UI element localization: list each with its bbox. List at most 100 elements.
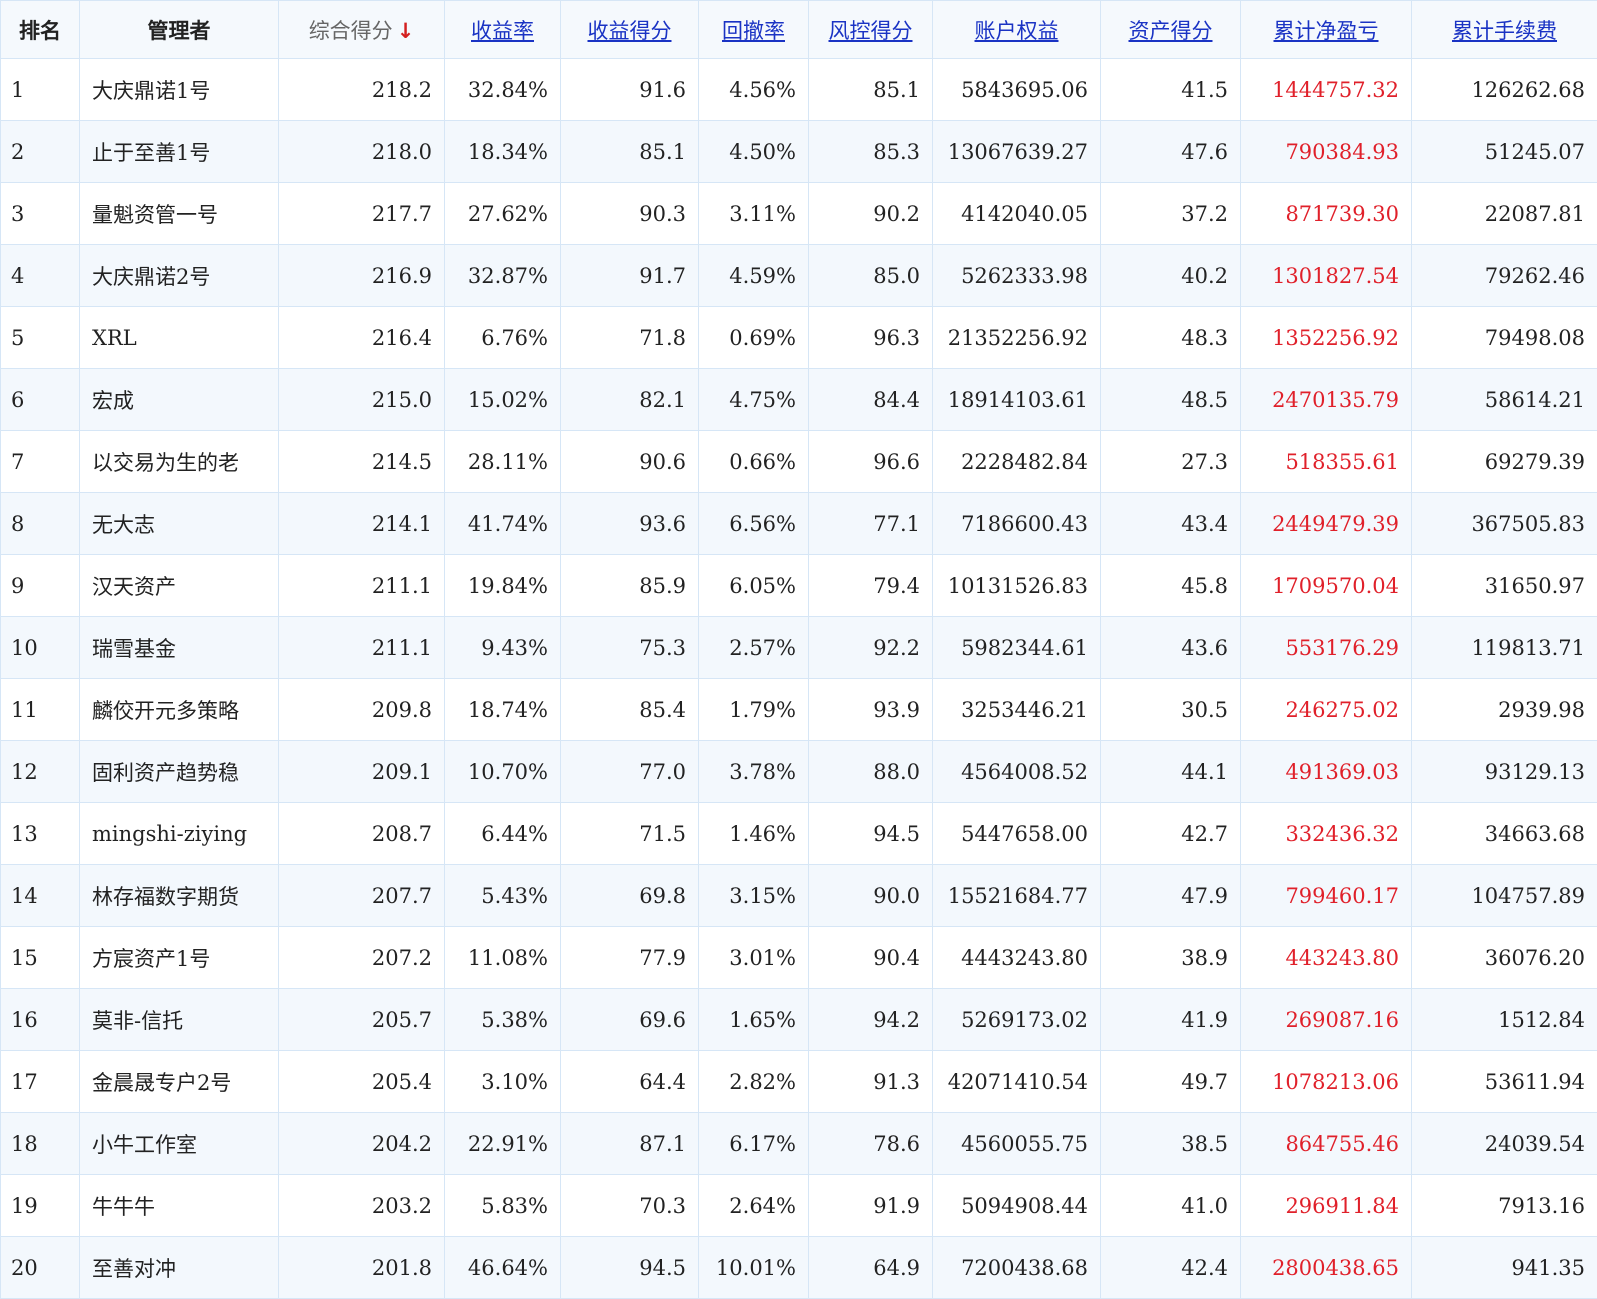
cell-return-score: 75.3 [561,617,699,679]
cell-manager: 量魁资管一号 [80,183,279,245]
cell-return-rate: 41.74% [445,493,561,555]
cell-risk-score: 79.4 [809,555,933,617]
cell-drawdown: 6.17% [699,1113,809,1175]
cell-risk-score: 85.3 [809,121,933,183]
cell-return-rate: 18.34% [445,121,561,183]
cell-risk-score: 64.9 [809,1237,933,1299]
header-row: 排名 管理者 综合得分↓ 收益率 收益得分 回撤率 风控得分 账户权益 资产得分… [1,1,1597,59]
cell-asset-score: 47.9 [1101,865,1241,927]
cell-return-rate: 11.08% [445,927,561,989]
cell-asset-score: 42.7 [1101,803,1241,865]
cell-equity: 5843695.06 [933,59,1101,121]
cell-composite-score: 201.8 [279,1237,445,1299]
cell-net-pnl: 553176.29 [1241,617,1412,679]
cell-risk-score: 90.4 [809,927,933,989]
cell-asset-score: 37.2 [1101,183,1241,245]
cell-rank: 8 [1,493,80,555]
header-asset-score[interactable]: 资产得分 [1101,1,1241,59]
sort-link-equity[interactable]: 账户权益 [975,19,1059,43]
table-row: 13mingshi-ziying208.76.44%71.51.46%94.55… [1,803,1597,865]
cell-drawdown: 4.56% [699,59,809,121]
cell-net-pnl: 2449479.39 [1241,493,1412,555]
cell-fees: 22087.81 [1412,183,1597,245]
cell-equity: 13067639.27 [933,121,1101,183]
cell-net-pnl: 443243.80 [1241,927,1412,989]
cell-asset-score: 43.4 [1101,493,1241,555]
sort-link-drawdown[interactable]: 回撤率 [722,19,785,43]
cell-composite-score: 211.1 [279,617,445,679]
header-fees[interactable]: 累计手续费 [1412,1,1597,59]
sort-link-return-score[interactable]: 收益得分 [588,19,672,43]
cell-manager: 固利资产趋势稳 [80,741,279,803]
header-equity[interactable]: 账户权益 [933,1,1101,59]
cell-net-pnl: 296911.84 [1241,1175,1412,1237]
table-row: 11麟佼开元多策略209.818.74%85.41.79%93.93253446… [1,679,1597,741]
cell-risk-score: 85.1 [809,59,933,121]
cell-manager: 莫非-信托 [80,989,279,1051]
sort-link-asset-score[interactable]: 资产得分 [1129,19,1213,43]
cell-equity: 4142040.05 [933,183,1101,245]
cell-drawdown: 0.66% [699,431,809,493]
cell-asset-score: 48.3 [1101,307,1241,369]
header-drawdown[interactable]: 回撤率 [699,1,809,59]
cell-drawdown: 1.46% [699,803,809,865]
cell-composite-score: 207.7 [279,865,445,927]
cell-composite-score: 204.2 [279,1113,445,1175]
cell-rank: 4 [1,245,80,307]
cell-drawdown: 0.69% [699,307,809,369]
cell-return-score: 85.4 [561,679,699,741]
sort-link-risk-score[interactable]: 风控得分 [829,19,913,43]
cell-composite-score: 218.2 [279,59,445,121]
cell-equity: 5447658.00 [933,803,1101,865]
sort-link-net-pnl[interactable]: 累计净盈亏 [1274,19,1379,43]
cell-asset-score: 40.2 [1101,245,1241,307]
cell-return-rate: 5.83% [445,1175,561,1237]
cell-fees: 36076.20 [1412,927,1597,989]
cell-risk-score: 90.0 [809,865,933,927]
cell-return-score: 85.1 [561,121,699,183]
cell-net-pnl: 799460.17 [1241,865,1412,927]
table-row: 18小牛工作室204.222.91%87.16.17%78.64560055.7… [1,1113,1597,1175]
cell-composite-score: 208.7 [279,803,445,865]
cell-net-pnl: 2800438.65 [1241,1237,1412,1299]
cell-fees: 93129.13 [1412,741,1597,803]
cell-drawdown: 6.56% [699,493,809,555]
cell-net-pnl: 246275.02 [1241,679,1412,741]
cell-fees: 1512.84 [1412,989,1597,1051]
cell-equity: 7186600.43 [933,493,1101,555]
header-return-rate[interactable]: 收益率 [445,1,561,59]
table-row: 10瑞雪基金211.19.43%75.32.57%92.25982344.614… [1,617,1597,679]
cell-equity: 21352256.92 [933,307,1101,369]
cell-rank: 10 [1,617,80,679]
cell-return-score: 82.1 [561,369,699,431]
cell-rank: 16 [1,989,80,1051]
cell-drawdown: 4.75% [699,369,809,431]
cell-return-score: 70.3 [561,1175,699,1237]
cell-asset-score: 45.8 [1101,555,1241,617]
cell-net-pnl: 518355.61 [1241,431,1412,493]
cell-drawdown: 3.01% [699,927,809,989]
cell-manager: mingshi-ziying [80,803,279,865]
cell-risk-score: 92.2 [809,617,933,679]
cell-risk-score: 77.1 [809,493,933,555]
cell-manager: 方宸资产1号 [80,927,279,989]
cell-manager: 瑞雪基金 [80,617,279,679]
cell-manager: 大庆鼎诺2号 [80,245,279,307]
cell-fees: 31650.97 [1412,555,1597,617]
cell-return-rate: 22.91% [445,1113,561,1175]
sort-link-return-rate[interactable]: 收益率 [471,19,534,43]
cell-asset-score: 49.7 [1101,1051,1241,1113]
cell-rank: 15 [1,927,80,989]
cell-risk-score: 94.5 [809,803,933,865]
header-risk-score[interactable]: 风控得分 [809,1,933,59]
table-row: 8无大志214.141.74%93.66.56%77.17186600.4343… [1,493,1597,555]
cell-asset-score: 41.0 [1101,1175,1241,1237]
sort-link-fees[interactable]: 累计手续费 [1452,19,1557,43]
cell-drawdown: 2.57% [699,617,809,679]
cell-net-pnl: 1444757.32 [1241,59,1412,121]
header-return-score[interactable]: 收益得分 [561,1,699,59]
header-net-pnl[interactable]: 累计净盈亏 [1241,1,1412,59]
header-composite-score[interactable]: 综合得分↓ [279,1,445,59]
cell-net-pnl: 864755.46 [1241,1113,1412,1175]
cell-drawdown: 3.15% [699,865,809,927]
